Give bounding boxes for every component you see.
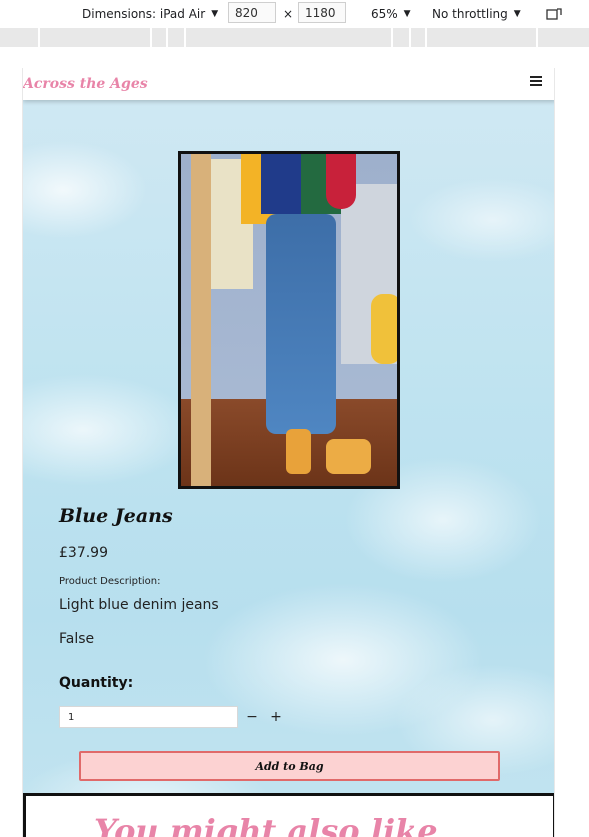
throttling-dropdown[interactable]: No throttling ▼ xyxy=(432,0,521,28)
hamburger-icon-line xyxy=(530,84,542,86)
product-description: Light blue denim jeans xyxy=(59,597,219,613)
image-sleeve xyxy=(326,154,356,209)
image-toys xyxy=(371,294,397,364)
ruler-tick xyxy=(184,28,186,47)
product-image xyxy=(178,151,400,489)
decrement-quantity-button[interactable]: − xyxy=(245,706,259,728)
hamburger-menu-button[interactable] xyxy=(530,74,544,88)
device-dimensions-dropdown[interactable]: Dimensions: iPad Air ▼ xyxy=(82,0,218,28)
rotate-icon xyxy=(546,8,562,20)
increment-quantity-button[interactable]: + xyxy=(269,706,283,728)
image-jeans xyxy=(266,214,336,434)
suggestions-panel: You might also like xyxy=(23,793,554,837)
caret-down-icon: ▼ xyxy=(403,9,411,19)
hamburger-icon-line xyxy=(530,76,542,78)
ruler-tick xyxy=(150,28,152,47)
emulated-page: Across the Ages Blue Jeans £37.99 Produc… xyxy=(22,68,555,837)
viewport-width-input[interactable]: 820 xyxy=(228,2,276,23)
caret-down-icon: ▼ xyxy=(513,9,521,19)
navbar: Across the Ages xyxy=(23,68,554,100)
ruler-tick xyxy=(536,28,538,47)
product-description-label: Product Description: xyxy=(59,576,161,587)
image-shoe-right xyxy=(326,439,371,474)
quantity-label: Quantity: xyxy=(59,675,134,691)
image-mirror-frame xyxy=(191,154,211,486)
cloud-background: Blue Jeans £37.99 Product Description: L… xyxy=(23,100,554,837)
zoom-dropdown[interactable]: 65% ▼ xyxy=(371,0,411,28)
brand-logo-link[interactable]: Across the Ages xyxy=(23,76,148,92)
caret-down-icon: ▼ xyxy=(211,9,219,19)
product-price: £37.99 xyxy=(59,545,108,561)
ruler-tick xyxy=(425,28,427,47)
rotate-device-button[interactable] xyxy=(546,0,562,28)
throttling-label: No throttling xyxy=(432,7,508,21)
product-flag-value: False xyxy=(59,631,95,647)
quantity-input[interactable]: 1 xyxy=(59,706,238,728)
product-title: Blue Jeans xyxy=(59,505,173,527)
ruler-tick xyxy=(391,28,393,47)
ruler-tick xyxy=(409,28,411,47)
ruler-tick xyxy=(166,28,168,47)
image-shoe-left xyxy=(286,429,311,474)
media-query-ruler xyxy=(0,28,589,47)
zoom-label: 65% xyxy=(371,7,398,21)
devtools-toolbar: Dimensions: iPad Air ▼ 820 × 1180 65% ▼ … xyxy=(0,0,589,28)
suggestions-heading: You might also like xyxy=(94,812,438,837)
viewport-height-input[interactable]: 1180 xyxy=(298,2,346,23)
device-dimensions-label: Dimensions: iPad Air xyxy=(82,7,206,21)
times-sign: × xyxy=(283,7,294,21)
add-to-bag-button[interactable]: Add to Bag xyxy=(79,751,500,781)
hamburger-icon-line xyxy=(530,80,542,82)
ruler-tick xyxy=(38,28,40,47)
